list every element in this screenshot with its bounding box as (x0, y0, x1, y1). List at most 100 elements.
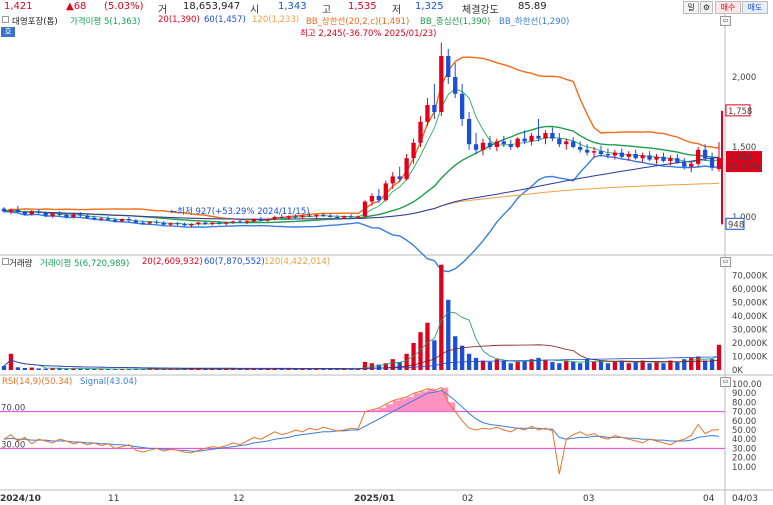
candle-body (439, 56, 444, 112)
rsi-30-label: 30.00 (1, 440, 25, 450)
candle-body (321, 214, 326, 216)
candle-body (668, 158, 673, 161)
candle-body (85, 215, 90, 218)
legend-ma20[interactable]: 20(1,390) (158, 15, 200, 25)
strength-value: 85.89 (518, 1, 547, 12)
legend-bb-mid[interactable]: BB_중심선(1,390) (420, 15, 490, 27)
price-change-pct: (5.03%) (104, 1, 144, 12)
volume-bar (8, 353, 14, 370)
candle-body (355, 216, 361, 218)
candle-body (397, 176, 402, 180)
legend-checkbox[interactable] (2, 15, 10, 25)
candle-body (661, 156, 666, 161)
candle-body (709, 158, 715, 168)
candle-body (265, 219, 270, 221)
volume-bar (716, 344, 722, 370)
volume-tick-label: 60,000K (732, 285, 768, 295)
legend-ma120[interactable]: 120(1,233) (252, 15, 299, 25)
candle-body (543, 133, 548, 139)
candle-body (418, 121, 423, 143)
volume-bar (682, 359, 687, 370)
volume-bar (29, 367, 34, 370)
volume-bar (425, 322, 430, 370)
volume-bar (647, 363, 652, 370)
price-change: ▲68 (66, 1, 87, 12)
candle-body (460, 93, 465, 119)
candle-body (702, 149, 708, 159)
volume-bar (15, 367, 21, 370)
legend-signal[interactable]: Signal(43.04) (80, 377, 137, 387)
candle-body (571, 141, 576, 147)
candle-body (640, 155, 645, 159)
candle-body (22, 212, 27, 215)
x-tick-label: 12 (233, 494, 244, 504)
candle-body (550, 133, 555, 139)
volume-bar (390, 359, 395, 370)
legend-volume: 거래량 (9, 259, 33, 269)
candle-body (446, 56, 451, 77)
legend-vol-ma120[interactable]: 120(4,422,014) (264, 257, 330, 267)
volume-bar (598, 360, 604, 370)
candle-body (335, 217, 340, 218)
gear-icon[interactable]: ⚙ (700, 1, 713, 14)
volume-bar (446, 299, 451, 370)
volume-bar (522, 360, 527, 370)
candle-body (119, 219, 125, 222)
candle-body (612, 152, 618, 156)
low-value: 1,325 (415, 1, 444, 12)
volume-bar (702, 360, 708, 370)
volume-bar (536, 357, 541, 370)
candle-body (696, 149, 701, 164)
legend-vol-ma20[interactable]: 20(2,609,932) (142, 257, 203, 267)
x-tick-label: 04 (703, 494, 715, 504)
volume-bar (515, 361, 520, 370)
candle-body (432, 105, 437, 112)
stock-code-badge[interactable]: 호 (1, 27, 15, 37)
period-daily-button[interactable]: 일 (683, 1, 699, 14)
candle-body (237, 221, 243, 223)
volume-tick-label: 20,000K (732, 339, 768, 349)
buy-button[interactable]: 매수 (715, 1, 741, 14)
expand-rsi-pane-icon[interactable]: ▭ (720, 377, 731, 387)
candle-body (196, 222, 201, 224)
legend-bb-lower[interactable]: BB_하한선(1,290) (499, 15, 569, 27)
legend-bb-upper[interactable]: BB_상한선(20,2,c)(1,491) (306, 15, 409, 27)
candle-body (522, 138, 527, 142)
volume-bar (605, 363, 611, 370)
candle-body (43, 212, 48, 216)
legend-rsi[interactable]: RSI(14,9)(50.34) (2, 377, 72, 387)
lower-tag-label: 948 (728, 220, 744, 230)
candle-body (487, 142, 493, 147)
candle-body (647, 155, 652, 160)
candle-body (390, 176, 395, 184)
legend-vol-ma60[interactable]: 60(7,870,552) (204, 257, 265, 267)
legend-vol-ma5[interactable]: 거래이평 5(6,720,989) (40, 257, 129, 269)
candle-body (112, 219, 118, 222)
candle-body (501, 141, 506, 145)
candle-body (29, 211, 34, 215)
expand-price-pane-icon[interactable]: ▭ (720, 16, 731, 26)
candle-body (529, 135, 534, 142)
volume-bar (633, 361, 638, 370)
price-tick-label: 2,000 (732, 73, 756, 83)
volume-bar (1, 365, 7, 370)
candle-body (57, 213, 62, 215)
candle-body (383, 183, 388, 201)
candle-body (8, 210, 14, 212)
candle-body (348, 216, 354, 218)
candle-body (1, 208, 7, 212)
candle-body (230, 221, 236, 223)
expand-volume-pane-icon[interactable]: ▭ (720, 257, 731, 267)
sell-button[interactable]: 매도 (742, 1, 768, 14)
legend-ma60[interactable]: 60(1,457) (204, 15, 246, 25)
volume-bar (612, 361, 618, 370)
candle-body (99, 218, 104, 220)
volume-bar (64, 368, 69, 370)
candle-body (494, 141, 500, 147)
candle-body (251, 219, 257, 222)
candle-body (133, 220, 139, 223)
candle-body (154, 221, 159, 223)
volume-bar (550, 361, 555, 370)
candle-body (564, 141, 569, 145)
legend-ma5[interactable]: 가격이평 5(1,363) (70, 15, 140, 27)
